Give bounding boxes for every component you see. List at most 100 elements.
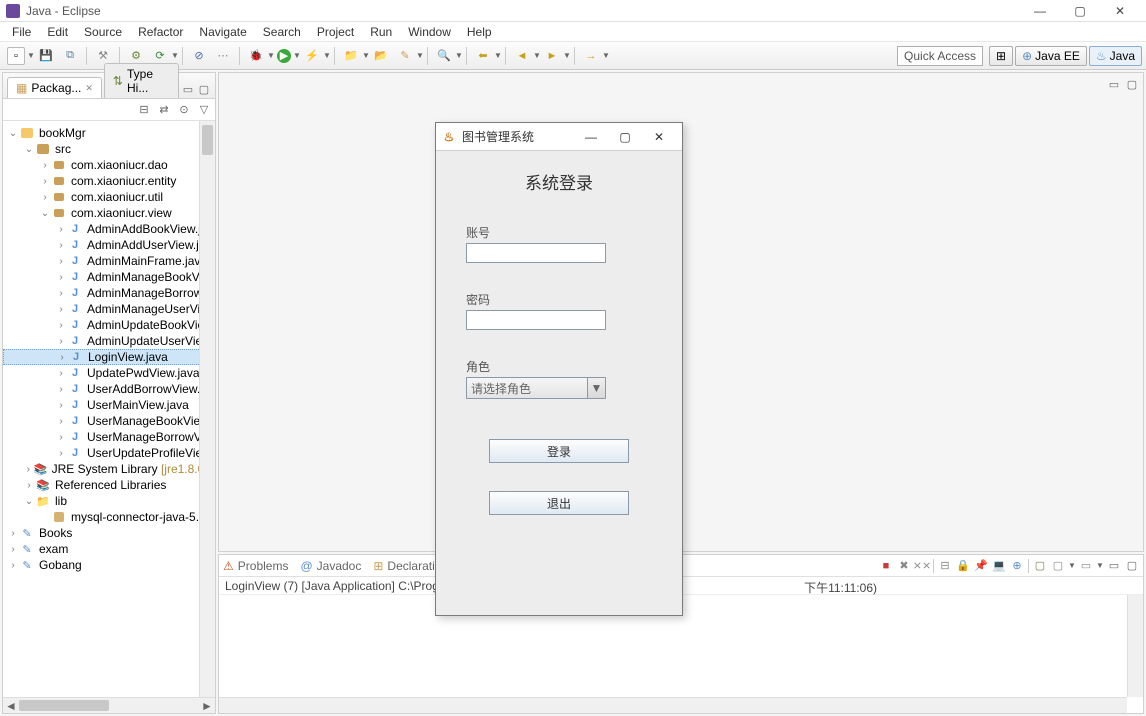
new-package-icon[interactable]: 📁	[342, 47, 360, 65]
menu-source[interactable]: Source	[76, 23, 130, 41]
terminate-icon[interactable]: ■	[879, 559, 893, 573]
close-icon[interactable]: ✕	[85, 83, 93, 94]
open-type-icon[interactable]: ✎	[396, 47, 414, 65]
tree-package[interactable]: ›com.xiaoniucr.util	[3, 189, 215, 205]
dialog-close-button[interactable]: ✕	[642, 127, 676, 147]
login-button[interactable]: 登录	[489, 439, 629, 463]
tree-java-file[interactable]: ›JUpdatePwdView.java	[3, 365, 215, 381]
dropdown-icon[interactable]: ▼	[1097, 557, 1103, 575]
display-selected-icon[interactable]: 💻	[992, 559, 1006, 573]
tree-project[interactable]: ›✎Gobang	[3, 557, 215, 573]
maximize-console-icon[interactable]: ▢	[1125, 559, 1139, 573]
tree-java-file[interactable]: ›JAdminMainFrame.java	[3, 253, 215, 269]
debug-perspective-icon[interactable]: ⚙	[127, 47, 145, 65]
refresh-icon[interactable]: ⟳	[151, 47, 169, 65]
link-editor-icon[interactable]: ⇄	[157, 103, 171, 117]
open-console-icon[interactable]: ▢	[1033, 559, 1047, 573]
show-console-icon[interactable]: ⊕	[1010, 559, 1024, 573]
menu-help[interactable]: Help	[459, 23, 500, 41]
debug-icon[interactable]: 🐞	[247, 47, 265, 65]
remove-launch-icon[interactable]: ✖	[897, 559, 911, 573]
tree-java-file[interactable]: ›JUserManageBookView	[3, 413, 215, 429]
new-class-icon[interactable]: 📂	[372, 47, 390, 65]
dropdown-icon[interactable]: ▼	[363, 47, 369, 65]
menu-edit[interactable]: Edit	[39, 23, 76, 41]
tree-package[interactable]: ›com.xiaoniucr.entity	[3, 173, 215, 189]
minimize-console-icon[interactable]: ▭	[1107, 559, 1121, 573]
tree-project[interactable]: ›✎exam	[3, 541, 215, 557]
menu-window[interactable]: Window	[400, 23, 459, 41]
save-all-icon[interactable]: ⧉	[61, 47, 79, 65]
save-icon[interactable]: 💾	[37, 47, 55, 65]
tree-java-file[interactable]: ›JAdminManageUserVie	[3, 301, 215, 317]
tree-java-file[interactable]: ›JAdminAddBookView.ja	[3, 221, 215, 237]
horizontal-scrollbar[interactable]: ◄ ►	[3, 697, 215, 713]
dialog-minimize-button[interactable]: —	[574, 127, 608, 147]
next-annotation-icon[interactable]: →	[582, 47, 600, 65]
console-menu-icon[interactable]: ▭	[1079, 559, 1093, 573]
menu-navigate[interactable]: Navigate	[191, 23, 254, 41]
remove-all-icon[interactable]: ⨯⨯	[915, 559, 929, 573]
back-icon[interactable]: ◄	[513, 47, 531, 65]
scroll-right-icon[interactable]: ►	[199, 698, 215, 713]
view-menu-icon[interactable]: ▽	[197, 103, 211, 117]
collapse-all-icon[interactable]: ⊟	[137, 103, 151, 117]
menu-search[interactable]: Search	[255, 23, 309, 41]
tree-package[interactable]: ⌄com.xiaoniucr.view	[3, 205, 215, 221]
tree-java-file[interactable]: ›JAdminManageBorrow	[3, 285, 215, 301]
vertical-scrollbar[interactable]	[199, 121, 215, 697]
tree-src[interactable]: ⌄src	[3, 141, 215, 157]
dropdown-icon[interactable]: ▼	[495, 47, 501, 65]
skip-breakpoints-icon[interactable]: ⊘	[190, 47, 208, 65]
minimize-view-icon[interactable]: ▭	[181, 82, 195, 96]
tree-project[interactable]: ›✎Books	[3, 525, 215, 541]
close-button[interactable]: ✕	[1100, 0, 1140, 22]
new-console-icon[interactable]: ▢	[1051, 559, 1065, 573]
password-input[interactable]	[466, 310, 606, 330]
open-perspective-button[interactable]: ⊞	[989, 46, 1013, 66]
scroll-lock-icon[interactable]: 🔒	[956, 559, 970, 573]
tree-java-file[interactable]: ›JAdminAddUserView.ja	[3, 237, 215, 253]
last-edit-icon[interactable]: ⬅	[474, 47, 492, 65]
run-icon[interactable]: ▶	[277, 49, 291, 63]
tree-java-file[interactable]: ›JAdminUpdateBookVie	[3, 317, 215, 333]
tree-lib-folder[interactable]: ⌄📁lib	[3, 493, 215, 509]
dropdown-icon[interactable]: ▼	[564, 47, 570, 65]
dropdown-icon[interactable]: ▼	[417, 47, 423, 65]
clear-console-icon[interactable]: ⊟	[938, 559, 952, 573]
account-input[interactable]	[466, 243, 606, 263]
tab-problems[interactable]: ⚠Problems	[223, 559, 288, 573]
tab-javadoc[interactable]: @Javadoc	[300, 559, 361, 573]
menu-project[interactable]: Project	[309, 23, 362, 41]
menu-refactor[interactable]: Refactor	[130, 23, 191, 41]
tree-java-file[interactable]: ›JUserUpdateProfileVie	[3, 445, 215, 461]
forward-icon[interactable]: ►	[543, 47, 561, 65]
dropdown-icon[interactable]: ▼	[603, 47, 609, 65]
maximize-button[interactable]: ▢	[1060, 0, 1100, 22]
perspective-java[interactable]: ♨Java	[1089, 46, 1142, 66]
tree-java-file[interactable]: ›JAdminUpdateUserVie	[3, 333, 215, 349]
dropdown-icon[interactable]: ▼	[268, 47, 274, 65]
dropdown-icon[interactable]: ▼	[324, 47, 330, 65]
dropdown-icon[interactable]: ▼	[294, 47, 300, 65]
tree-jre[interactable]: ›📚JRE System Library [jre1.8.0_	[3, 461, 215, 477]
resume-icon[interactable]: ⋯	[214, 47, 232, 65]
tab-type-hierarchy[interactable]: ⇅ Type Hi...	[104, 63, 179, 98]
tree-java-file-selected[interactable]: ›JLoginView.java	[3, 349, 215, 365]
role-select[interactable]: 请选择角色 ▼	[466, 377, 606, 399]
tab-package-explorer[interactable]: ▦ Packag... ✕	[7, 77, 102, 98]
menu-file[interactable]: File	[4, 23, 39, 41]
maximize-view-icon[interactable]: ▢	[197, 82, 211, 96]
tree-package[interactable]: ›com.xiaoniucr.dao	[3, 157, 215, 173]
maximize-editor-icon[interactable]: ▢	[1125, 77, 1139, 91]
scroll-left-icon[interactable]: ◄	[3, 698, 19, 713]
quick-access[interactable]: Quick Access	[897, 46, 983, 66]
tree-java-file[interactable]: ›JUserManageBorrowVi	[3, 429, 215, 445]
build-icon[interactable]: ⚒	[94, 47, 112, 65]
tree-ref-lib[interactable]: ›📚Referenced Libraries	[3, 477, 215, 493]
tree-jar[interactable]: mysql-connector-java-5.1	[3, 509, 215, 525]
focus-icon[interactable]: ⊙	[177, 103, 191, 117]
minimize-button[interactable]: —	[1020, 0, 1060, 22]
external-tools-icon[interactable]: ⚡	[303, 47, 321, 65]
dropdown-icon[interactable]: ▼	[534, 47, 540, 65]
